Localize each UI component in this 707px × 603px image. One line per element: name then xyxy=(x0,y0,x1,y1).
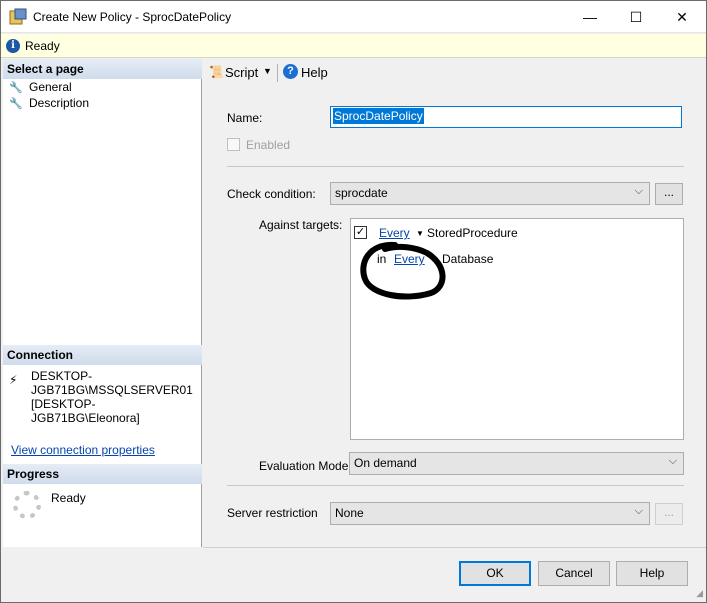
targets-box: ✓ Every ▼ StoredProcedure in Every Datab… xyxy=(350,218,684,440)
hand-drawn-circle xyxy=(360,241,446,300)
policy-app-icon xyxy=(9,8,27,25)
script-icon: 📜 xyxy=(209,65,224,79)
title-bar: Create New Policy - SprocDatePolicy — ☐ … xyxy=(1,1,706,33)
progress-spinner-icon xyxy=(13,491,41,519)
evaluation-mode-value: On demand xyxy=(354,456,417,470)
chevron-down-icon: ⌵ xyxy=(668,455,677,467)
page-item-description[interactable]: 🔧 Description xyxy=(9,96,89,112)
server-restriction-ellipsis-button[interactable]: ... xyxy=(655,503,683,525)
against-targets-label: Against targets: xyxy=(259,218,343,232)
divider xyxy=(227,166,684,167)
every-storedprocedure-link[interactable]: Every xyxy=(379,226,410,240)
toolbar: 📜 Script ▼ ? Help xyxy=(203,59,706,87)
help-toolbar-button[interactable]: Help xyxy=(301,65,328,80)
server-restriction-value: None xyxy=(335,506,364,520)
minimize-button[interactable]: — xyxy=(567,1,613,33)
storedprocedure-text: StoredProcedure xyxy=(427,226,518,240)
select-page-header: Select a page xyxy=(3,59,202,79)
help-icon[interactable]: ? xyxy=(283,64,298,79)
progress-status: Ready xyxy=(51,491,86,505)
maximize-button[interactable]: ☐ xyxy=(613,1,659,33)
divider xyxy=(227,485,684,486)
enabled-checkbox[interactable] xyxy=(227,138,240,151)
create-policy-dialog: Create New Policy - SprocDatePolicy — ☐ … xyxy=(0,0,707,603)
chevron-down-icon: ⌵ xyxy=(634,505,643,517)
connection-text: DESKTOP-JGB71BG\MSSQLSERVER01 [DESKTOP-J… xyxy=(31,369,193,425)
status-bar: i Ready xyxy=(1,34,706,58)
name-label: Name: xyxy=(227,111,263,125)
chevron-down-icon: ⌵ xyxy=(634,185,643,197)
enabled-label: Enabled xyxy=(246,138,291,152)
page-item-label: General xyxy=(29,80,72,94)
check-condition-value: sprocdate xyxy=(335,186,388,200)
wrench-icon: 🔧 xyxy=(9,82,23,94)
name-value: SprocDatePolicy xyxy=(333,108,424,124)
page-item-label: Description xyxy=(29,96,90,110)
check-condition-ellipsis-button[interactable]: ... xyxy=(655,183,683,205)
target-checkbox[interactable]: ✓ xyxy=(354,226,367,239)
connection-header: Connection xyxy=(3,345,202,365)
evaluation-mode-label: Evaluation Mode: xyxy=(259,459,352,473)
page-item-general[interactable]: 🔧 General xyxy=(9,80,72,96)
cancel-button[interactable]: Cancel xyxy=(538,561,610,586)
close-button[interactable]: ✕ xyxy=(659,1,705,33)
status-text: Ready xyxy=(25,39,60,53)
left-panel: Select a page 🔧 General 🔧 Description Conn… xyxy=(3,59,202,547)
script-button[interactable]: Script xyxy=(225,65,258,80)
server-restriction-select[interactable]: None ⌵ xyxy=(330,502,650,525)
check-condition-label: Check condition: xyxy=(227,187,316,201)
connection-plug-icon: ⚡ xyxy=(9,373,18,387)
footer-divider xyxy=(203,547,706,548)
resize-grip-icon[interactable]: ◢ xyxy=(696,588,703,599)
progress-header: Progress xyxy=(3,464,202,484)
wrench-icon: 🔧 xyxy=(9,98,23,110)
target-dropdown-icon[interactable]: ▼ xyxy=(416,229,424,238)
server-restriction-label: Server restriction xyxy=(227,506,318,520)
check-condition-select[interactable]: sprocdate ⌵ xyxy=(330,182,650,205)
ok-button[interactable]: OK xyxy=(459,561,531,586)
toolbar-divider xyxy=(277,64,278,82)
script-dropdown-icon[interactable]: ▼ xyxy=(263,66,272,76)
info-icon: i xyxy=(6,39,20,53)
window-title: Create New Policy - SprocDatePolicy xyxy=(33,10,232,24)
name-input[interactable]: SprocDatePolicy xyxy=(330,106,682,128)
database-text: Database xyxy=(442,252,494,266)
view-connection-properties-link[interactable]: View connection properties xyxy=(11,443,155,457)
evaluation-mode-select[interactable]: On demand ⌵ xyxy=(349,452,684,475)
help-button[interactable]: Help xyxy=(616,561,688,586)
